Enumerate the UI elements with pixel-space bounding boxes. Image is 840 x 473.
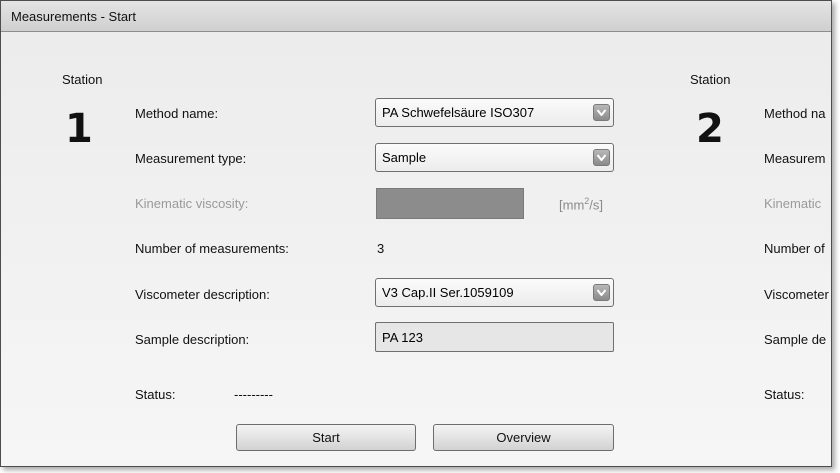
station-2-number-of-measurements-label: Number of (764, 241, 825, 256)
sample-description-field[interactable] (375, 322, 614, 352)
chevron-down-icon[interactable] (593, 104, 610, 121)
station-2-label: Station (690, 72, 731, 87)
station-1-number: 1 (65, 106, 93, 152)
method-name-dropdown[interactable]: PA Schwefelsäure ISO307 (375, 98, 614, 127)
viscosity-unit-prefix: [mm (559, 197, 585, 213)
viscosity-unit-suffix: /s] (589, 197, 604, 213)
station-2-status-label: Status: (764, 387, 805, 402)
measurement-type-label: Measurement type: (135, 151, 247, 166)
measurement-type-value: Sample (382, 150, 427, 165)
status-value: --------- (234, 387, 273, 402)
method-name-label: Method name: (135, 106, 219, 121)
status-label: Status: (135, 387, 176, 402)
viscosity-unit: [mm2/s] (559, 196, 603, 212)
overview-button[interactable]: Overview (433, 424, 614, 451)
number-of-measurements-value: 3 (377, 241, 385, 256)
window-title: Measurements - Start (11, 9, 136, 24)
kinematic-viscosity-label: Kinematic viscosity: (135, 196, 249, 211)
station-2-method-name-label: Method na (764, 106, 826, 121)
chevron-down-icon[interactable] (593, 149, 610, 166)
measurement-type-dropdown[interactable]: Sample (375, 143, 614, 172)
start-button[interactable]: Start (236, 424, 416, 451)
station-2-kinematic-viscosity-label: Kinematic (764, 196, 822, 211)
viscometer-description-label: Viscometer description: (135, 287, 270, 302)
number-of-measurements-label: Number of measurements: (135, 241, 289, 256)
sample-description-input[interactable] (376, 323, 613, 351)
measurements-start-window: Measurements - Start Station 1 Method na… (0, 0, 832, 467)
station-1-label: Station (62, 72, 103, 87)
viscometer-description-value: V3 Cap.II Ser.1059109 (382, 285, 514, 300)
sample-description-label: Sample description: (135, 332, 250, 347)
station-2-sample-description-label: Sample de (764, 332, 827, 347)
chevron-down-icon[interactable] (593, 284, 610, 301)
window-content: Station 1 Method name: PA Schwefelsäure … (1, 32, 831, 466)
station-2-viscometer-description-label: Viscometer (764, 287, 829, 302)
method-name-value: PA Schwefelsäure ISO307 (382, 105, 535, 120)
kinematic-viscosity-field (376, 188, 524, 219)
title-bar[interactable]: Measurements - Start (1, 1, 831, 32)
station-2-measurement-type-label: Measurem (764, 151, 826, 166)
viscometer-description-dropdown[interactable]: V3 Cap.II Ser.1059109 (375, 278, 614, 307)
station-2-number: 2 (696, 106, 724, 152)
